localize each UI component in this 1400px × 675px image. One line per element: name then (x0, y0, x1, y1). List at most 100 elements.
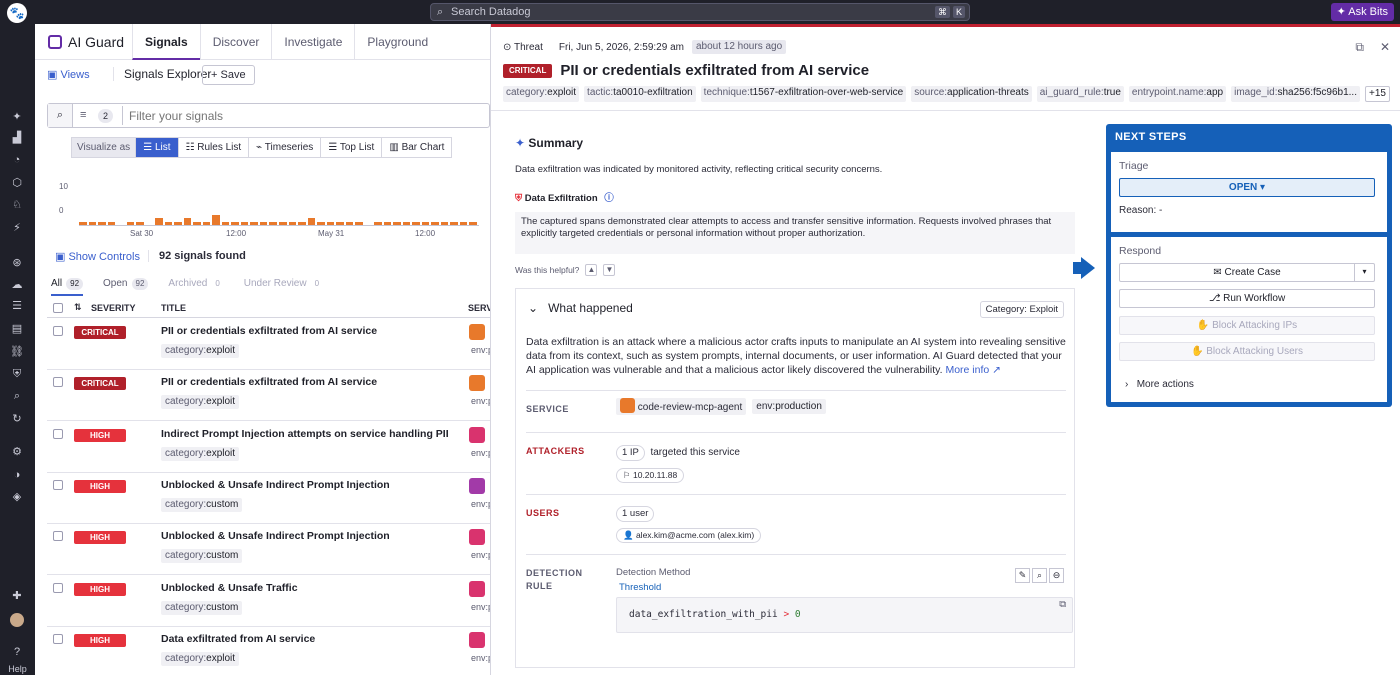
views-button[interactable]: ▣ Views (47, 68, 90, 81)
user-email[interactable]: 👤 alex.kim@acme.com (alex.kim) (616, 528, 762, 543)
service-icon[interactable] (469, 631, 485, 648)
integrations-nav-icon[interactable]: ⬡ (10, 176, 24, 190)
puzzle-nav-icon[interactable]: ✚ (10, 589, 24, 603)
global-search[interactable]: ⌕ Search Datadog ⌘ K (430, 3, 970, 21)
help-icon[interactable]: ? (10, 645, 24, 659)
histogram-bar[interactable] (345, 221, 354, 225)
histogram-bar[interactable] (240, 221, 249, 225)
histogram-bar[interactable] (155, 218, 163, 225)
row-checkbox[interactable] (53, 531, 63, 542)
histogram-bar[interactable] (336, 221, 344, 225)
col-severity[interactable]: SEVERITY (91, 303, 136, 313)
watchdog-nav-icon[interactable]: ◔ (10, 153, 24, 167)
tab-playground[interactable]: Playground (354, 24, 440, 60)
status-tab-archived[interactable]: Archived 0 (168, 278, 223, 296)
threshold-link[interactable]: Threshold (619, 582, 661, 593)
users-count[interactable]: 1 user (616, 506, 655, 522)
histogram-bar[interactable] (459, 221, 468, 225)
col-service[interactable]: SERVI (468, 303, 490, 313)
signal-tag[interactable]: ai_guard_rule:true (1036, 86, 1124, 102)
save-button[interactable]: + Save (202, 65, 255, 85)
histogram-bar[interactable] (164, 221, 173, 225)
more-info-link[interactable]: More info ↗ (945, 364, 1001, 376)
link-nav-icon[interactable]: ⛓ (10, 345, 24, 359)
histogram-bar[interactable] (231, 221, 239, 225)
filter-input[interactable] (122, 106, 482, 125)
histogram-bar[interactable] (107, 221, 116, 225)
row-checkbox[interactable] (53, 377, 63, 388)
status-dropdown[interactable]: OPEN ▾ (1119, 178, 1375, 197)
infra-nav-icon[interactable]: ☁ (10, 278, 24, 292)
histogram-bar[interactable] (288, 221, 297, 225)
table-row[interactable]: CRITICAL PII or credentials exfiltrated f… (47, 370, 490, 422)
viz-bar-chart[interactable]: ▥ Bar Chart (381, 138, 451, 157)
run-workflow-button[interactable]: ⎇ Run Workflow (1119, 289, 1375, 308)
service-icon[interactable] (469, 324, 485, 340)
histogram-bar[interactable] (250, 221, 258, 225)
attackers-count[interactable]: 1 IP (616, 445, 645, 461)
chart-nav-icon[interactable]: ▟ (10, 131, 24, 145)
histogram-bar[interactable] (183, 218, 192, 225)
histogram-bar[interactable] (450, 221, 458, 225)
signal-tag[interactable]: tactic:ta0010-exfiltration (584, 86, 696, 102)
category-tag[interactable]: category:exploit (161, 344, 240, 358)
table-row[interactable]: HIGH Unblocked & Unsafe Indirect Prompt I… (47, 473, 490, 524)
service-icon[interactable] (469, 477, 485, 494)
service-icon[interactable] (469, 426, 485, 443)
search-icon[interactable]: ⌕ (48, 104, 73, 127)
row-checkbox[interactable] (53, 633, 63, 644)
histogram-bar[interactable] (383, 221, 392, 225)
datadog-logo[interactable]: 🐾 (7, 3, 27, 23)
more-actions-toggle[interactable]: › More actions (1125, 379, 1194, 390)
histogram-bar[interactable] (469, 221, 477, 225)
status-tab-all[interactable]: All 92 (51, 278, 84, 296)
histogram-bar[interactable] (355, 221, 363, 225)
histogram-bar[interactable] (298, 221, 306, 225)
tab-discover[interactable]: Discover (199, 24, 272, 60)
histogram-bar[interactable] (412, 221, 420, 225)
histogram-bar[interactable] (259, 221, 268, 225)
gear-nav-icon[interactable]: ⚙ (10, 445, 24, 459)
gauge-nav-icon[interactable]: ◑ (10, 468, 24, 482)
histogram-bar[interactable] (126, 221, 135, 225)
category-tag[interactable]: category:custom (161, 600, 243, 615)
what-happened-header[interactable]: ⌄ What happened (528, 301, 633, 315)
info-icon[interactable]: ⓘ (604, 193, 614, 204)
signal-tag[interactable]: source:application-threats (911, 86, 1032, 102)
service-icon[interactable] (469, 529, 485, 546)
select-all-checkbox[interactable] (53, 303, 63, 313)
tab-investigate[interactable]: Investigate (271, 24, 354, 60)
row-checkbox[interactable] (53, 582, 63, 593)
minus-circle-icon[interactable]: ⊖ (1049, 568, 1064, 583)
histogram-bar[interactable] (88, 221, 97, 225)
create-case-caret-icon[interactable]: ▾ (1354, 263, 1374, 282)
copy-icon[interactable]: ⧉ (1059, 588, 1066, 622)
table-row[interactable]: CRITICAL PII or credentials exfiltrated f… (47, 319, 490, 370)
histogram-bar[interactable] (269, 221, 277, 225)
histogram-bar[interactable] (421, 221, 430, 225)
open-in-new-icon[interactable]: ⧉ (1355, 40, 1364, 55)
viz-rules-list[interactable]: ☷ Rules List (177, 138, 249, 157)
row-checkbox[interactable] (53, 479, 63, 490)
histogram-bar[interactable] (212, 214, 220, 225)
viz-list[interactable]: ☰ List (135, 138, 178, 157)
service-icon[interactable] (469, 580, 485, 597)
nodes-nav-icon[interactable]: ⊛ (10, 256, 24, 270)
bolt-nav-icon[interactable]: ⚡ (10, 221, 24, 235)
histogram-bar[interactable] (374, 221, 382, 225)
histogram-bar[interactable] (202, 221, 211, 225)
block-ips-button[interactable]: ✋ Block Attacking IPs (1119, 316, 1375, 335)
histogram-bar[interactable] (193, 221, 201, 225)
histogram-bar[interactable] (326, 221, 335, 225)
col-title[interactable]: TITLE (161, 303, 186, 313)
histogram-bar[interactable] (221, 221, 230, 225)
refresh-nav-icon[interactable]: ↻ (10, 412, 24, 426)
attacker-ip[interactable]: ⚐ 10.20.11.88 (616, 468, 685, 483)
create-case-button[interactable]: ✉ Create Case ▾ (1119, 263, 1375, 282)
histogram-bar[interactable] (440, 221, 449, 225)
viz-top-list[interactable]: ☰ Top List (320, 138, 381, 157)
signal-tag[interactable]: technique:t1567-exfiltration-over-web-se… (700, 86, 907, 102)
histogram-bar[interactable] (402, 221, 411, 225)
show-controls-button[interactable]: ▣ Show Controls (55, 250, 140, 263)
sort-icon[interactable]: ⇅ (74, 302, 82, 313)
